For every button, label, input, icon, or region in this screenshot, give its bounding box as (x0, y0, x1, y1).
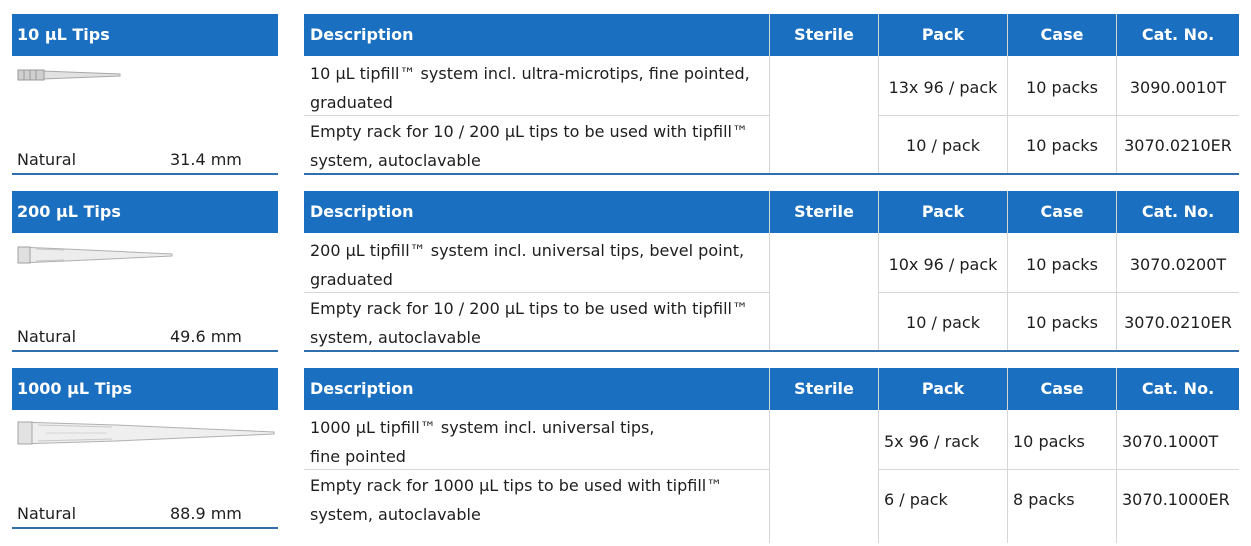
header-cat-no: Cat. No. (1141, 25, 1215, 44)
column-separator (878, 368, 879, 543)
table-header: Description Sterile Pack Case Cat. No. (304, 191, 1239, 233)
cat-no-value: 3070.1000ER (1122, 490, 1230, 509)
product-info-panel: 1000 µL Tips Natural 88.9 mm (12, 368, 278, 530)
header-description: Description (310, 25, 414, 44)
section-divider (304, 350, 1239, 352)
product-table: Description Sterile Pack Case Cat. No. 1… (304, 368, 1239, 543)
case-value: 10 packs (1026, 255, 1098, 274)
table-header: Description Sterile Pack Case Cat. No. (304, 368, 1239, 410)
description-line: Empty rack for 10 / 200 µL tips to be us… (310, 122, 748, 141)
product-info-panel: 10 µL Tips Natural 31.4 mm (12, 14, 278, 176)
case-value: 10 packs (1026, 136, 1098, 155)
tip-length: 88.9 mm (170, 504, 242, 523)
case-value: 10 packs (1026, 78, 1098, 97)
tip-length: 49.6 mm (170, 327, 242, 346)
pack-value: 10x 96 / pack (888, 255, 998, 274)
header-case: Case (1040, 379, 1084, 398)
header-sterile: Sterile (794, 202, 854, 221)
table-row: Empty rack for 1000 µL tips to be used w… (310, 471, 765, 529)
cat-no-value: 3070.0200T (1129, 255, 1227, 274)
column-separator (769, 191, 770, 351)
pipette-tip-10ul-image (17, 69, 121, 81)
section-divider (12, 350, 278, 352)
tip-length: 31.4 mm (170, 150, 242, 169)
pack-value: 13x 96 / pack (888, 78, 998, 97)
table-row: 200 µL tipfill™ system incl. universal t… (310, 236, 765, 294)
column-separator (769, 368, 770, 543)
header-pack: Pack (921, 25, 965, 44)
column-separator (769, 14, 770, 174)
material-label: Natural (17, 327, 77, 346)
description-line: 200 µL tipfill™ system incl. universal t… (310, 241, 745, 260)
description-line: graduated (310, 270, 393, 289)
row-separator (878, 115, 1239, 116)
product-section-10ul: 10 µL Tips Natural 31.4 mm Description S… (0, 0, 1251, 175)
product-table: Description Sterile Pack Case Cat. No. 1… (304, 14, 1239, 176)
table-header: Description Sterile Pack Case Cat. No. (304, 14, 1239, 56)
section-divider (12, 527, 278, 529)
description-line: 1000 µL tipfill™ system incl. universal … (310, 418, 655, 437)
pack-value: 6 / pack (884, 490, 948, 509)
description-line: Empty rack for 1000 µL tips to be used w… (310, 476, 723, 495)
product-title: 1000 µL Tips (12, 368, 278, 410)
description-line: fine pointed (310, 447, 406, 466)
header-description: Description (310, 202, 414, 221)
pipette-tip-200ul-image (17, 246, 173, 264)
header-cat-no: Cat. No. (1141, 379, 1215, 398)
cat-no-value: 3070.0210ER (1124, 136, 1232, 155)
header-sterile: Sterile (794, 379, 854, 398)
material-label: Natural (17, 150, 77, 169)
product-section-1000ul: 1000 µL Tips Natural 88.9 mm Description… (0, 354, 1251, 543)
case-value: 8 packs (1013, 490, 1075, 509)
row-separator (878, 292, 1239, 293)
column-separator (1007, 368, 1008, 543)
description-line: Empty rack for 10 / 200 µL tips to be us… (310, 299, 748, 318)
product-specs: Natural 31.4 mm (12, 150, 278, 175)
cat-no-value: 3070.1000T (1122, 432, 1219, 451)
header-sterile: Sterile (794, 25, 854, 44)
header-case: Case (1040, 25, 1084, 44)
case-value: 10 packs (1026, 313, 1098, 332)
product-specs: Natural 49.6 mm (12, 327, 278, 352)
header-case: Case (1040, 202, 1084, 221)
row-separator (878, 469, 1239, 470)
description-line: system, autoclavable (310, 328, 481, 347)
description-line: system, autoclavable (310, 151, 481, 170)
product-info-panel: 200 µL Tips Natural 49.6 mm (12, 191, 278, 353)
product-section-200ul: 200 µL Tips Natural 49.6 mm Description … (0, 177, 1251, 352)
table-row: Empty rack for 10 / 200 µL tips to be us… (310, 294, 765, 352)
header-pack: Pack (921, 202, 965, 221)
cat-no-value: 3070.0210ER (1124, 313, 1232, 332)
cat-no-value: 3090.0010T (1129, 78, 1227, 97)
header-description: Description (310, 379, 414, 398)
column-separator (1116, 368, 1117, 543)
description-line: graduated (310, 93, 393, 112)
product-title: 10 µL Tips (12, 14, 278, 56)
product-specs: Natural 88.9 mm (12, 504, 278, 529)
material-label: Natural (17, 504, 77, 523)
product-title: 200 µL Tips (12, 191, 278, 233)
product-table: Description Sterile Pack Case Cat. No. 2… (304, 191, 1239, 353)
pack-value: 10 / pack (906, 313, 980, 332)
case-value: 10 packs (1013, 432, 1085, 451)
table-row: 10 µL tipfill™ system incl. ultra-microt… (310, 59, 765, 117)
header-pack: Pack (921, 379, 965, 398)
pack-value: 10 / pack (906, 136, 980, 155)
section-divider (304, 173, 1239, 175)
section-divider (12, 173, 278, 175)
header-cat-no: Cat. No. (1141, 202, 1215, 221)
pipette-tip-1000ul-image (17, 421, 275, 445)
description-line: system, autoclavable (310, 505, 481, 524)
table-row: Empty rack for 10 / 200 µL tips to be us… (310, 117, 765, 175)
pack-value: 5x 96 / rack (884, 432, 980, 451)
description-line: 10 µL tipfill™ system incl. ultra-microt… (310, 64, 750, 83)
table-row: 1000 µL tipfill™ system incl. universal … (310, 413, 765, 471)
